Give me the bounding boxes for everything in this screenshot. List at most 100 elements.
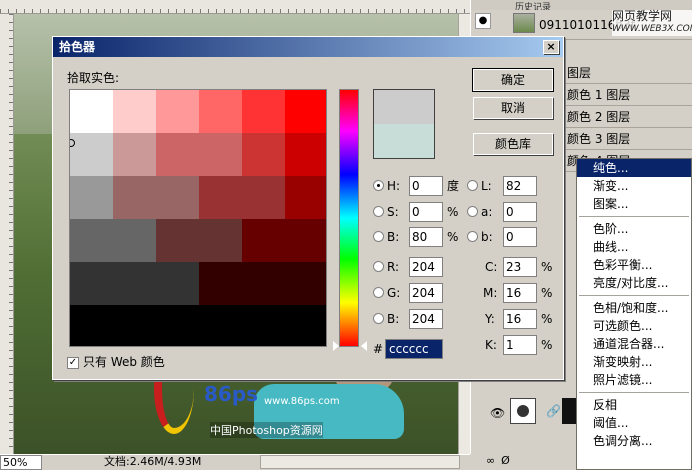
color-cell[interactable] <box>199 305 242 346</box>
menu-item[interactable]: 色彩平衡... <box>577 256 691 274</box>
radio-button[interactable] <box>373 206 384 217</box>
color-cell[interactable] <box>156 176 199 219</box>
color-libraries-button[interactable]: 颜色库 <box>473 133 553 155</box>
a-channel-field[interactable]: 0 <box>503 202 537 222</box>
cyan-field[interactable]: 23 <box>503 257 537 277</box>
link-layers-icon[interactable]: ∞ <box>486 454 501 467</box>
slider-arrow-icon[interactable] <box>333 341 339 351</box>
color-cell[interactable] <box>70 176 113 219</box>
radio-b[interactable]: B: <box>373 227 399 247</box>
color-cell[interactable] <box>70 133 113 176</box>
color-cell[interactable] <box>113 133 156 176</box>
checkbox-icon[interactable]: ✓ <box>67 356 79 369</box>
zoom-field[interactable]: 50% <box>0 455 42 470</box>
color-cell[interactable] <box>199 219 242 262</box>
color-cell[interactable] <box>199 262 242 305</box>
color-field[interactable] <box>69 89 327 347</box>
adjustment-layer-row[interactable]: 👁 🔗 <box>470 392 580 454</box>
magenta-field[interactable]: 16 <box>503 283 537 303</box>
color-cell[interactable] <box>242 133 285 176</box>
color-cell[interactable] <box>156 262 199 305</box>
radio-g[interactable]: G: <box>373 283 400 303</box>
color-cell[interactable] <box>70 219 113 262</box>
radio-button[interactable] <box>373 231 384 242</box>
radio-a[interactable]: a: <box>467 202 492 222</box>
color-cell[interactable] <box>156 305 199 346</box>
color-cell[interactable] <box>156 133 199 176</box>
blue-field[interactable]: 204 <box>409 309 443 329</box>
color-cell[interactable] <box>242 90 285 133</box>
color-cell[interactable] <box>70 262 113 305</box>
close-button[interactable]: × <box>543 40 559 54</box>
hex-field[interactable]: cccccc <box>385 339 443 359</box>
radio-button[interactable] <box>467 231 478 242</box>
eye-icon[interactable]: 👁 <box>490 406 505 420</box>
black-field[interactable]: 1 <box>503 335 537 355</box>
radio-s[interactable]: S: <box>373 202 399 222</box>
hue-slider[interactable] <box>339 89 359 347</box>
color-cell[interactable] <box>113 90 156 133</box>
b-channel-field[interactable]: 0 <box>503 227 537 247</box>
color-cell[interactable] <box>285 90 326 133</box>
eye-icon[interactable]: ● <box>475 13 491 29</box>
radio-r[interactable]: R: <box>373 257 399 277</box>
radio-button[interactable] <box>467 180 478 191</box>
color-cell[interactable] <box>285 176 326 219</box>
radio-button[interactable] <box>373 261 384 272</box>
color-cell[interactable] <box>199 176 242 219</box>
brightness-field[interactable]: 80 <box>409 227 443 247</box>
slider-arrow-icon[interactable] <box>361 341 367 351</box>
web-colors-only-checkbox[interactable]: ✓ 只有 Web 颜色 <box>67 353 165 371</box>
color-cell[interactable] <box>285 305 326 346</box>
menu-item[interactable]: 色相/饱和度... <box>577 299 691 317</box>
saturation-field[interactable]: 0 <box>409 202 443 222</box>
menu-item[interactable]: 渐变... <box>577 177 691 195</box>
color-cell[interactable] <box>156 219 199 262</box>
menu-item[interactable]: 曲线... <box>577 238 691 256</box>
color-cell[interactable] <box>242 305 285 346</box>
color-cell[interactable] <box>242 262 285 305</box>
menu-item[interactable]: 亮度/对比度... <box>577 274 691 292</box>
hue-field[interactable]: 0 <box>409 176 443 196</box>
cancel-button[interactable]: 取消 <box>473 97 553 119</box>
color-cell[interactable] <box>113 305 156 346</box>
color-cell[interactable] <box>285 133 326 176</box>
color-cell[interactable] <box>199 133 242 176</box>
color-cell[interactable] <box>242 219 285 262</box>
menu-item[interactable]: 色阶... <box>577 220 691 238</box>
lightness-field[interactable]: 82 <box>503 176 537 196</box>
ok-button[interactable]: 确定 <box>472 68 554 92</box>
menu-item[interactable]: 阈值... <box>577 414 691 432</box>
radio-button[interactable] <box>467 206 478 217</box>
red-field[interactable]: 204 <box>409 257 443 277</box>
color-cell[interactable] <box>70 90 113 133</box>
color-cell[interactable] <box>242 176 285 219</box>
menu-item[interactable]: 通道混合器... <box>577 335 691 353</box>
horizontal-scrollbar[interactable] <box>260 455 460 469</box>
radio-button[interactable] <box>373 287 384 298</box>
menu-item[interactable]: 渐变映射... <box>577 353 691 371</box>
old-color-swatch[interactable] <box>374 124 434 158</box>
color-cell[interactable] <box>285 262 326 305</box>
menu-item[interactable]: 纯色... <box>577 159 691 177</box>
layer-style-icon[interactable]: Ø <box>501 454 516 467</box>
color-cell[interactable] <box>113 219 156 262</box>
menu-item[interactable]: 反相 <box>577 396 691 414</box>
color-cell[interactable] <box>156 90 199 133</box>
menu-item[interactable]: 图案... <box>577 195 691 213</box>
menu-item[interactable]: 可选颜色... <box>577 317 691 335</box>
color-cell[interactable] <box>285 219 326 262</box>
radio-button[interactable] <box>373 180 384 191</box>
menu-item[interactable]: 照片滤镜... <box>577 371 691 389</box>
radio-button[interactable] <box>373 313 384 324</box>
radio-h[interactable]: H: <box>373 176 400 196</box>
color-cell[interactable] <box>113 176 156 219</box>
yellow-field[interactable]: 16 <box>503 309 537 329</box>
radio-lab-b[interactable]: b: <box>467 227 493 247</box>
green-field[interactable]: 204 <box>409 283 443 303</box>
color-cell[interactable] <box>70 305 113 346</box>
menu-item[interactable]: 色调分离... <box>577 432 691 450</box>
radio-rgb-b[interactable]: B: <box>373 309 399 329</box>
link-icon[interactable]: 🔗 <box>546 404 561 418</box>
color-cell[interactable] <box>113 262 156 305</box>
